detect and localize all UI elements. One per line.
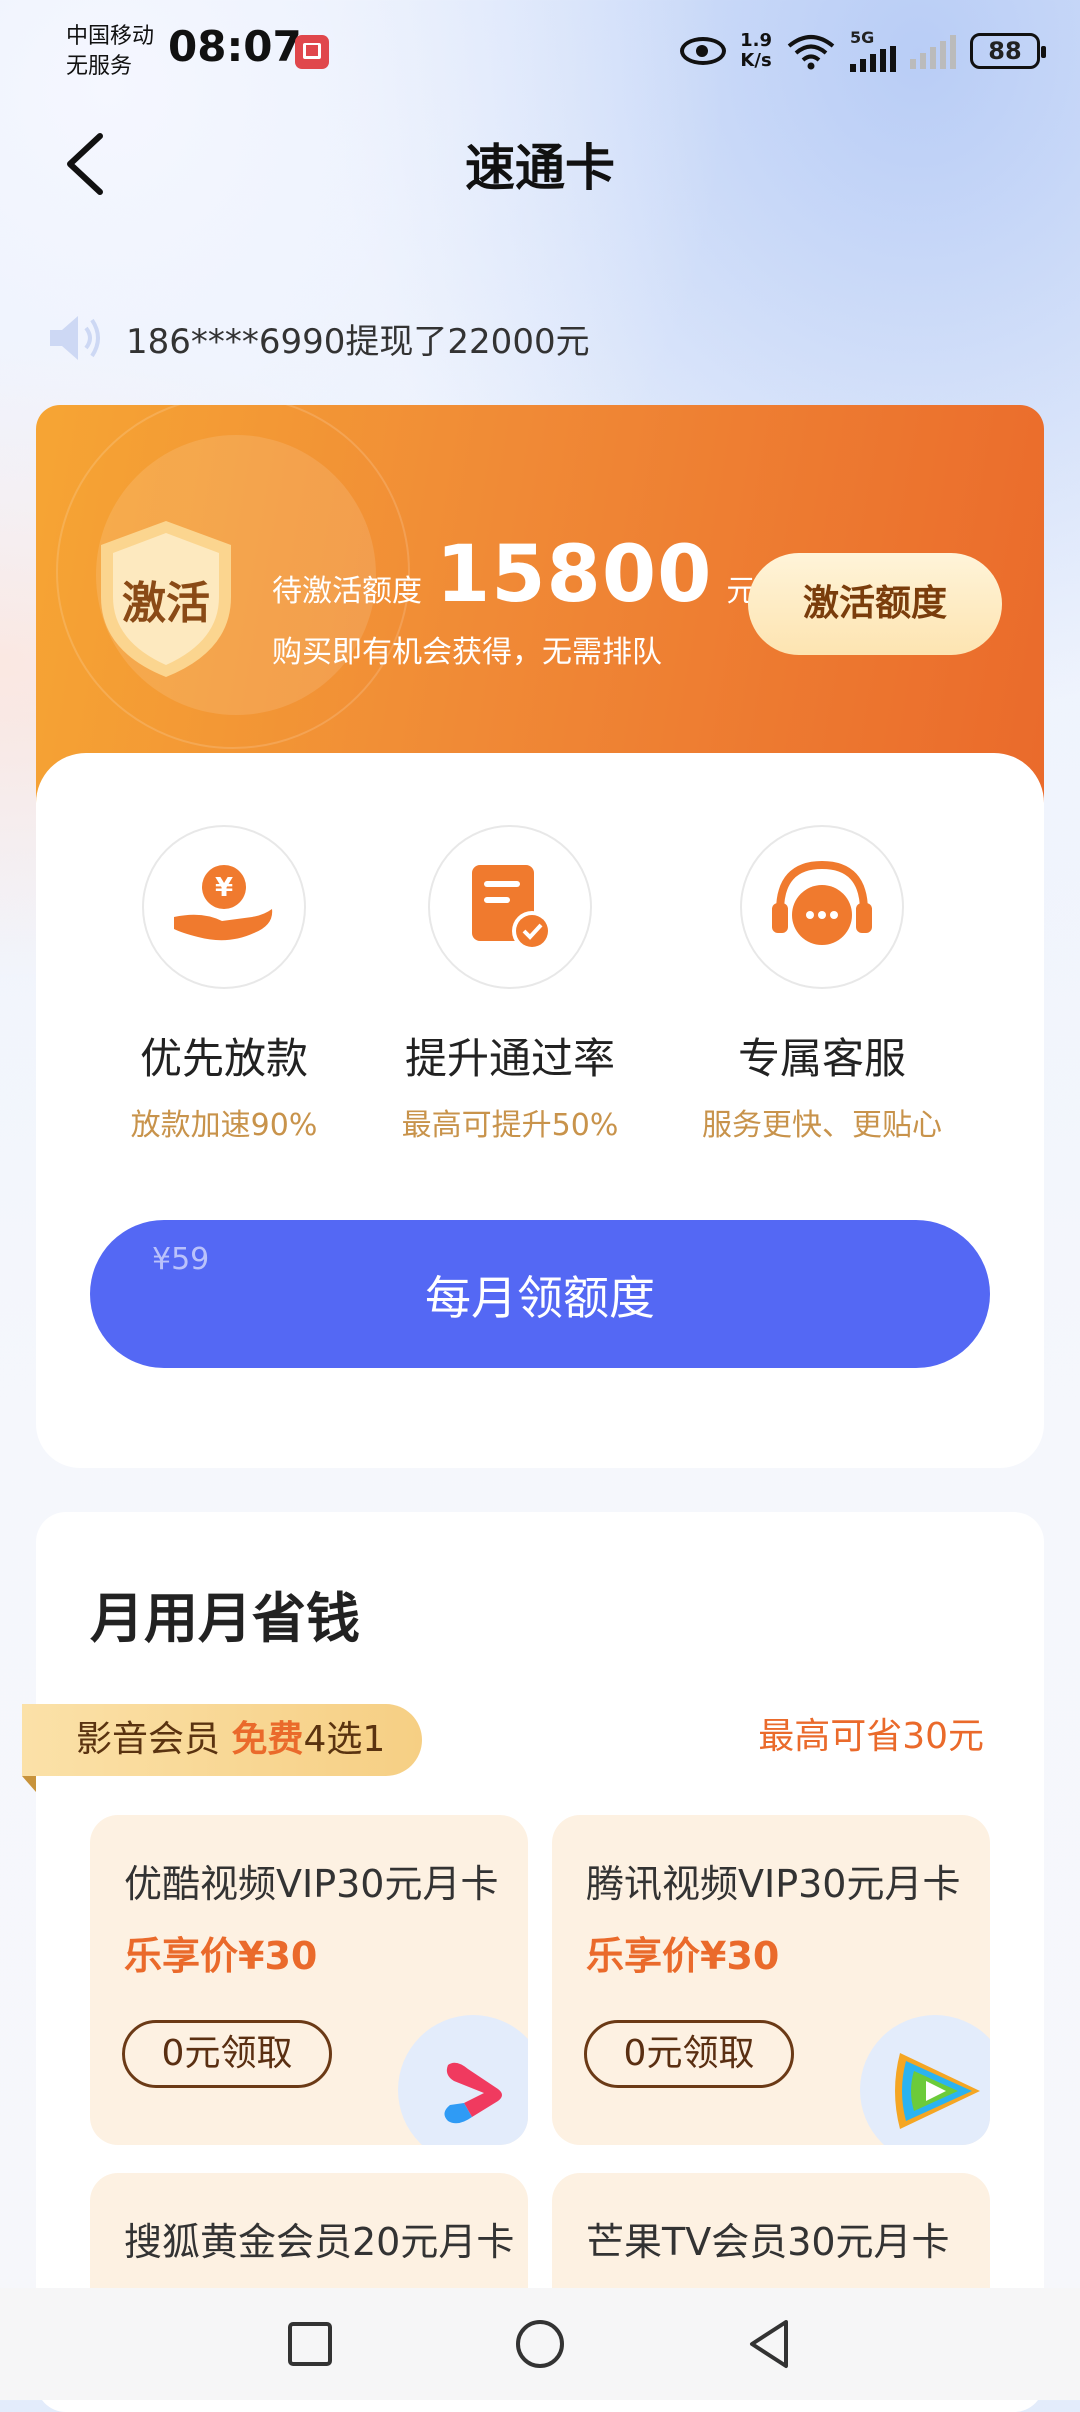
ribbon-suffix: 4选1 [303,1719,386,1760]
benefit-subtitle: 放款加速90% [130,1108,318,1143]
benefits-card: ¥ 优先放款 放款加速90% 提升通过率 最高可提升50% 专属客服 服务更快、… [36,753,1044,1468]
media-member-ribbon: 影音会员 免费4选1 [22,1704,422,1776]
ribbon-prefix: 影音会员 [76,1719,232,1760]
vip-price: 乐享价¥30 [124,1934,318,1978]
money-hand-icon: ¥ [142,825,306,989]
recent-apps-button[interactable] [278,2314,342,2374]
youku-logo-icon [444,2062,502,2124]
vip-name: 腾讯视频VIP30元月卡 [586,1862,961,1906]
page-title: 速通卡 [465,139,615,197]
status-bar: 中国移动 无服务 08:07 1.9 K/s 5G 88 [0,0,1080,110]
vip-price: 乐享价¥30 [586,1934,780,1978]
savings-card: 月用月省钱 影音会员 免费4选1 最高可省30元 优酷视频VIP30元月卡 乐享… [22,1512,1044,2412]
shield-label: 激活 [122,578,210,629]
speed-unit: K/s [740,50,772,71]
ticker-text: 186****6990提现了22000元 [126,321,590,362]
speaker-icon [50,316,100,360]
pending-quota: 待激活额度 15800 元 [272,530,756,620]
benefit-title: 提升通过率 [404,1034,615,1083]
benefit-subtitle: 最高可提升50% [401,1108,619,1143]
vip-name: 搜狐黄金会员20元月卡 [124,2220,515,2264]
ribbon-fold [22,1776,36,1792]
pending-label: 待激活额度 [272,574,422,609]
vip-name: 优酷视频VIP30元月卡 [124,1862,499,1906]
vip-card-tencent[interactable]: 腾讯视频VIP30元月卡 乐享价¥30 0元领取 [552,1815,990,2145]
benefit-title: 优先放款 [139,1034,308,1083]
system-nav-bar [0,2288,1080,2400]
benefit-pass-rate: 提升通过率 最高可提升50% [380,825,640,1144]
home-button[interactable] [508,2314,572,2374]
vip-name: 芒果TV会员30元月卡 [586,2220,950,2264]
eye-comfort-icon [680,37,727,65]
signal-strength-icon [850,46,896,72]
savings-title: 月用月省钱 [90,1587,360,1650]
wifi-icon [787,35,835,70]
system-icons: 1.9 K/s 5G 88 [680,26,1046,76]
carrier-name: 中国移动 [66,24,155,49]
document-check-icon [428,825,592,989]
back-nav-button[interactable] [738,2314,802,2374]
monthly-quota-label: 每月领额度 [425,1271,655,1325]
max-savings: 最高可省30元 [758,1716,984,1757]
benefit-title: 专属客服 [737,1034,906,1083]
benefit-priority-loan: ¥ 优先放款 放款加速90% [94,825,354,1144]
benefit-subtitle: 服务更快、更贴心 [702,1108,942,1143]
headset-chat-icon [740,825,904,989]
promo-subtitle: 购买即有机会获得，无需排队 [272,635,662,670]
status-time: 08:07 [168,22,302,71]
monthly-quota-button[interactable]: ¥59 每月领额度 [90,1220,990,1368]
ribbon-free: 免费 [231,1719,304,1760]
reader-app-icon [295,35,329,69]
carrier-info: 中国移动 无服务 [66,22,154,82]
battery-icon: 88 [970,33,1046,69]
svg-text:¥: ¥ [215,873,233,903]
tencent-video-logo-icon [895,2053,980,2129]
claim-button[interactable]: 0元领取 [122,2020,332,2088]
no-signal-icon [910,33,956,69]
claim-button[interactable]: 0元领取 [584,2020,794,2088]
pending-amount: 15800 [436,530,713,620]
network-type: 5G [850,28,875,47]
carrier-service: 无服务 [66,54,133,79]
withdraw-ticker: 186****6990提现了22000元 [46,310,590,366]
activate-quota-button[interactable]: 激活额度 [748,553,1002,655]
benefit-exclusive-service: 专属客服 服务更快、更贴心 [692,825,952,1144]
vip-card-youku[interactable]: 优酷视频VIP30元月卡 乐享价¥30 0元领取 [90,1815,528,2145]
speed-value: 1.9 [740,30,772,51]
network-speed: 1.9 K/s [740,31,772,71]
